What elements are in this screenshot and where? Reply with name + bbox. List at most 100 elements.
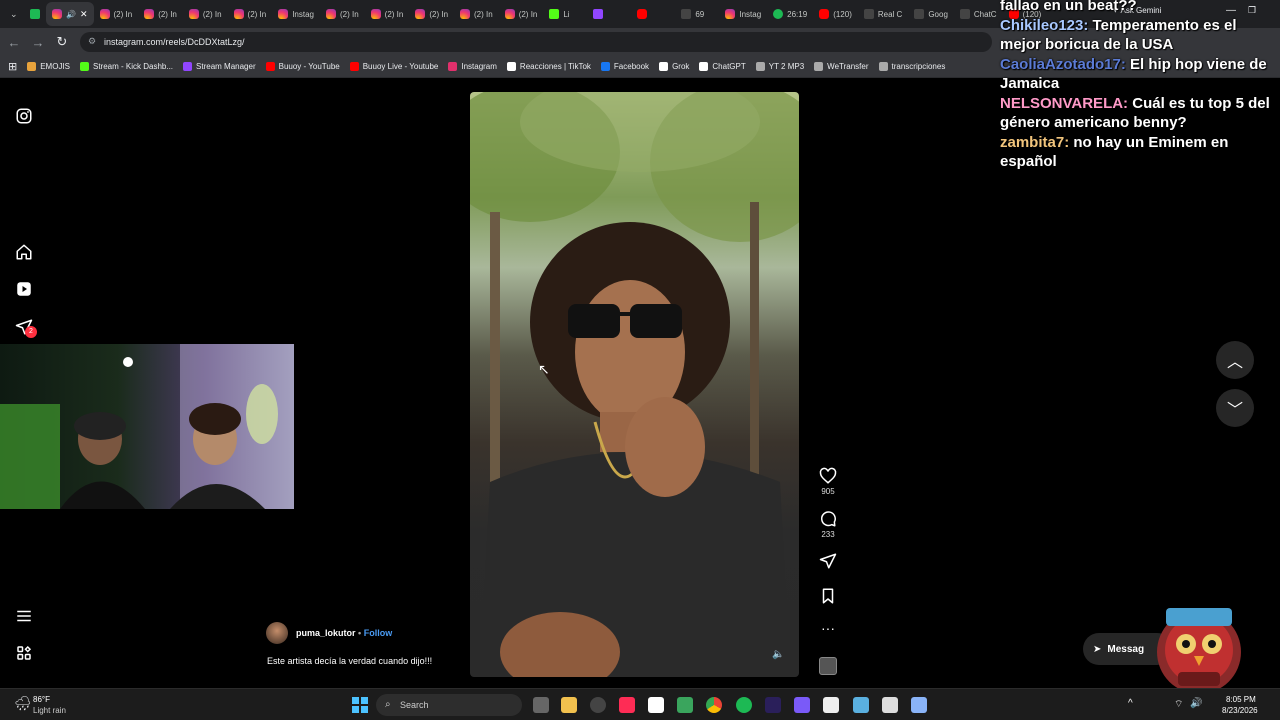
- browser-tab[interactable]: (2) In: [138, 2, 183, 26]
- tab-label: (2) In: [384, 9, 404, 19]
- comment-icon[interactable]: [818, 510, 838, 528]
- reels-icon[interactable]: [15, 280, 33, 298]
- browser-tab[interactable]: (2) In: [94, 2, 139, 26]
- app-icon-1[interactable]: [590, 697, 606, 713]
- bookmark-item[interactable]: Grok: [659, 62, 689, 71]
- chevron-up-icon: ︿: [1226, 354, 1243, 371]
- reload-icon[interactable]: ↻: [50, 34, 74, 50]
- address-bar[interactable]: ⚙ instagram.com/reels/DcDDXtatLzg/: [80, 32, 992, 52]
- weather-icon[interactable]: 🌧: [14, 695, 32, 712]
- follow-button[interactable]: Follow: [364, 628, 393, 638]
- bookmark-item[interactable]: Instagram: [448, 62, 497, 71]
- tab-group-icon[interactable]: [24, 2, 46, 26]
- bookmark-item[interactable]: Buuoy Live - Youtube: [349, 62, 438, 71]
- separator: •: [358, 628, 362, 638]
- browser-tab[interactable]: (2) In: [454, 2, 499, 26]
- audio-thumbnail[interactable]: [819, 657, 837, 675]
- close-icon[interactable]: ✕: [80, 9, 88, 20]
- bookmark-item[interactable]: Facebook: [600, 62, 649, 71]
- spotify-icon[interactable]: [736, 697, 752, 713]
- browser-tab[interactable]: 26:19: [767, 2, 813, 26]
- like-count: 905: [821, 487, 835, 496]
- browser-tab[interactable]: Li: [543, 2, 587, 26]
- browser-tab[interactable]: Real C: [858, 2, 908, 26]
- browser-tab[interactable]: (2) In: [499, 2, 544, 26]
- chat-message: CaoliaAzotado17: El hip hop viene de Jam…: [1000, 55, 1275, 94]
- apps-grid-icon[interactable]: ⊞: [8, 60, 17, 73]
- instagram-logo-icon[interactable]: [15, 107, 33, 125]
- bookmark-item[interactable]: EMOJIS: [27, 62, 70, 71]
- browser-tab[interactable]: Instag: [272, 2, 320, 26]
- capcut-icon[interactable]: [648, 697, 664, 713]
- file-explorer-icon[interactable]: [561, 697, 577, 713]
- app-icon-4[interactable]: [882, 697, 898, 713]
- task-view-icon[interactable]: [533, 697, 549, 713]
- browser-tab[interactable]: (2) In: [183, 2, 228, 26]
- chat-message: Chikileo123: Temperamento es el mejor bo…: [1000, 16, 1275, 55]
- browser-tab[interactable]: Instag: [719, 2, 767, 26]
- bookmark-item[interactable]: YT 2 MP3: [755, 62, 804, 71]
- browser-tab[interactable]: 69: [675, 2, 719, 26]
- mute-icon[interactable]: 🔈: [772, 649, 784, 660]
- back-icon[interactable]: ←: [2, 35, 26, 50]
- document-icon[interactable]: [823, 697, 839, 713]
- premiere-icon[interactable]: [765, 697, 781, 713]
- bookmark-item[interactable]: Buuoy - YouTube: [265, 62, 340, 71]
- tab-favicon-icon: [819, 9, 830, 19]
- bookmark-item[interactable]: Stream Manager: [183, 62, 256, 71]
- tab-search-button[interactable]: ⌄: [4, 2, 24, 26]
- bookmark-item[interactable]: Stream - Kick Dashb...: [80, 62, 173, 71]
- tab-label: (2) In: [340, 9, 359, 19]
- windows-start-icon[interactable]: [352, 697, 368, 713]
- bookmark-item[interactable]: transcripciones: [878, 62, 945, 71]
- menu-icon[interactable]: [15, 607, 33, 625]
- site-info-icon[interactable]: ⚙: [88, 36, 96, 47]
- bookmark-favicon-icon: [506, 62, 516, 71]
- browser-tab[interactable]: ChatC: [954, 2, 1003, 26]
- chrome-icon[interactable]: [706, 697, 722, 713]
- save-icon[interactable]: [818, 587, 838, 605]
- browser-tab[interactable]: [631, 2, 675, 26]
- avatar[interactable]: [266, 622, 288, 644]
- tab-active[interactable]: 🔊 ✕: [46, 2, 94, 26]
- bookmark-item[interactable]: Reacciones | TikTok: [506, 62, 591, 71]
- next-reel-button[interactable]: ﹀: [1216, 389, 1254, 427]
- browser-tab[interactable]: (120): [813, 2, 858, 26]
- network-icon[interactable]: ⌔: [1174, 698, 1183, 711]
- like-icon[interactable]: [818, 467, 838, 485]
- chevron-down-icon: ⌄: [10, 8, 18, 19]
- direct-messages-nav[interactable]: 2: [15, 318, 37, 340]
- also-from-meta-icon[interactable]: [15, 644, 33, 662]
- app-icon-5[interactable]: [911, 697, 927, 713]
- browser-tab[interactable]: (2) In: [409, 2, 454, 26]
- tiktok-icon[interactable]: [619, 697, 635, 713]
- volume-icon[interactable]: 🔊: [1190, 698, 1202, 709]
- previous-reel-button[interactable]: ︿: [1216, 341, 1254, 379]
- browser-tab[interactable]: (2) In: [320, 2, 365, 26]
- taskbar-search[interactable]: ⌕ Search: [376, 694, 522, 716]
- username[interactable]: puma_lokutor: [296, 628, 356, 638]
- clock-date[interactable]: 8/23/2026: [1222, 706, 1258, 715]
- share-icon[interactable]: [818, 552, 838, 570]
- bookmark-item[interactable]: ChatGPT: [699, 62, 746, 71]
- app-icon-2[interactable]: [677, 697, 693, 713]
- browser-tab[interactable]: [587, 2, 631, 26]
- clock-time[interactable]: 8:05 PM: [1226, 695, 1256, 704]
- webcam-frame: [0, 344, 294, 509]
- bookmark-favicon-icon: [448, 62, 458, 71]
- tray-chevron-icon[interactable]: ^: [1128, 698, 1133, 709]
- reel-video-frame: [470, 92, 799, 677]
- tab-favicon-icon: [278, 9, 289, 19]
- forward-icon[interactable]: →: [26, 35, 50, 50]
- browser-tab[interactable]: (2) In: [365, 2, 410, 26]
- browser-tab[interactable]: Goog: [908, 2, 954, 26]
- notepad-icon[interactable]: [853, 697, 869, 713]
- home-icon[interactable]: [15, 243, 33, 261]
- reel-video[interactable]: 🔈: [470, 92, 799, 677]
- browser-tab[interactable]: (2) In: [228, 2, 273, 26]
- tab-favicon-icon: [99, 9, 110, 19]
- app-icon-3[interactable]: [794, 697, 810, 713]
- bookmark-item[interactable]: WeTransfer: [814, 62, 869, 71]
- tab-favicon-icon: [326, 9, 336, 19]
- more-options-icon[interactable]: ···: [818, 620, 838, 636]
